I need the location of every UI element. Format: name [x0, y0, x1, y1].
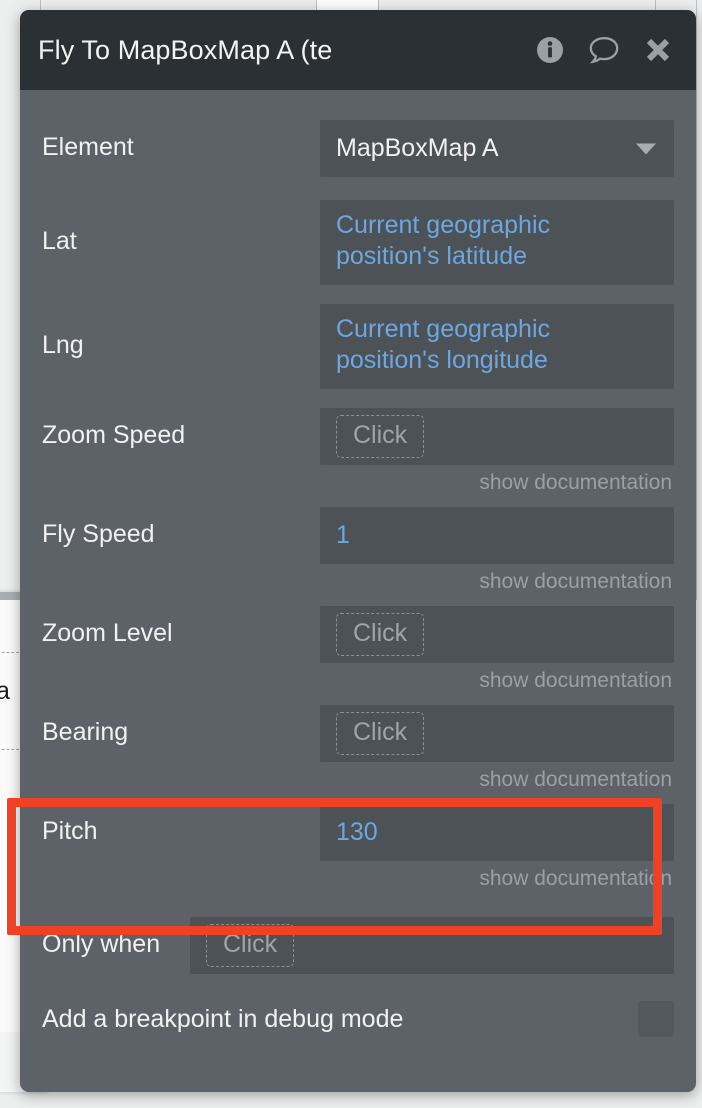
zoom-level-input[interactable]: Click	[320, 606, 674, 663]
chevron-down-icon	[636, 143, 656, 154]
field-row-only-when: Only when Click	[20, 917, 696, 974]
element-dropdown-value: MapBoxMap A	[336, 133, 499, 162]
field-label: Fly Speed	[42, 520, 155, 548]
close-icon[interactable]	[642, 34, 674, 66]
show-documentation-link[interactable]: show documentation	[320, 663, 674, 693]
click-placeholder[interactable]: Click	[336, 415, 425, 458]
field-row-bearing: Bearing Click show documentation	[20, 705, 696, 792]
element-dropdown[interactable]: MapBoxMap A	[320, 120, 674, 177]
background-clipped-label: a	[0, 677, 10, 705]
field-control: Click show documentation	[320, 408, 674, 495]
popup-titlebar: Fly To MapBoxMap A (te	[20, 10, 696, 90]
field-row-element: Element MapBoxMap A	[20, 120, 696, 177]
field-label: Element	[42, 133, 134, 161]
field-label: Lng	[42, 331, 84, 359]
field-row-lng: Lng Current geographic position's longit…	[20, 304, 696, 389]
field-row-zoom-level: Zoom Level Click show documentation	[20, 606, 696, 693]
titlebar-actions	[534, 34, 674, 66]
zoom-speed-input[interactable]: Click	[320, 408, 674, 465]
field-row-pitch: Pitch 130 show documentation	[20, 804, 696, 891]
field-control: 1 show documentation	[320, 507, 674, 594]
click-placeholder[interactable]: Click	[206, 924, 295, 967]
only-when-input[interactable]: Click	[190, 917, 674, 974]
lng-input[interactable]: Current geographic position's longitude	[320, 304, 674, 389]
field-label: Zoom Level	[42, 619, 173, 647]
click-placeholder[interactable]: Click	[336, 712, 425, 755]
field-control: 130 show documentation	[320, 804, 674, 891]
field-control: Click	[190, 917, 674, 974]
screen: a Fly To MapBoxMap A (te Element MapBoxM…	[0, 0, 702, 1108]
field-label: Bearing	[42, 718, 129, 746]
fly-speed-input[interactable]: 1	[320, 507, 674, 564]
lng-value: Current geographic position's longitude	[336, 315, 551, 375]
field-label: Zoom Speed	[42, 421, 186, 449]
breakpoint-row: Add a breakpoint in debug mode	[20, 1001, 696, 1037]
field-control: Current geographic position's latitude	[320, 200, 674, 285]
info-icon[interactable]	[534, 34, 566, 66]
fly-speed-value: 1	[336, 520, 350, 549]
lat-input[interactable]: Current geographic position's latitude	[320, 200, 674, 285]
field-label: Pitch	[42, 817, 98, 845]
popup-body: Element MapBoxMap A Lat Current geograph…	[20, 120, 696, 1037]
show-documentation-link[interactable]: show documentation	[320, 861, 674, 891]
show-documentation-link[interactable]: show documentation	[320, 564, 674, 594]
lat-value: Current geographic position's latitude	[336, 211, 551, 271]
breakpoint-label: Add a breakpoint in debug mode	[42, 1004, 404, 1033]
field-control: MapBoxMap A	[320, 120, 674, 177]
show-documentation-link[interactable]: show documentation	[320, 762, 674, 792]
field-row-lat: Lat Current geographic position's latitu…	[20, 200, 696, 285]
pitch-value: 130	[336, 817, 378, 846]
popup-title: Fly To MapBoxMap A (te	[38, 34, 333, 65]
fly-to-action-popup: Fly To MapBoxMap A (te Element MapBoxMap…	[20, 10, 696, 1092]
field-control: Click show documentation	[320, 606, 674, 693]
bearing-input[interactable]: Click	[320, 705, 674, 762]
breakpoint-checkbox[interactable]	[638, 1001, 674, 1037]
show-documentation-link[interactable]: show documentation	[320, 465, 674, 495]
field-label: Lat	[42, 227, 77, 255]
field-control: Click show documentation	[320, 705, 674, 792]
field-row-zoom-speed: Zoom Speed Click show documentation	[20, 408, 696, 495]
pitch-input[interactable]: 130	[320, 804, 674, 861]
click-placeholder[interactable]: Click	[336, 613, 425, 656]
background-gridline	[696, 0, 697, 600]
only-when-label: Only when	[42, 930, 161, 958]
comment-icon[interactable]	[588, 34, 620, 66]
field-row-fly-speed: Fly Speed 1 show documentation	[20, 507, 696, 594]
field-control: Current geographic position's longitude	[320, 304, 674, 389]
